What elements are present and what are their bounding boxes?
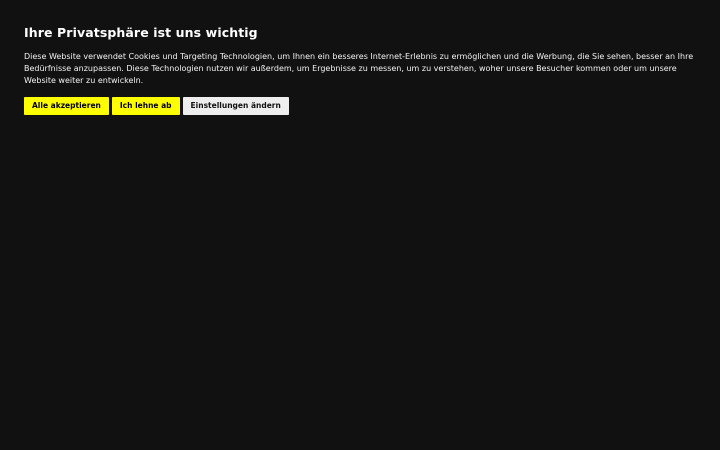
cookie-consent-banner: Ihre Privatsphäre ist uns wichtig Diese … (24, 24, 700, 115)
change-settings-button[interactable]: Einstellungen ändern (182, 97, 289, 115)
accept-all-button[interactable]: Alle akzeptieren (24, 97, 109, 115)
consent-title: Ihre Privatsphäre ist uns wichtig (24, 25, 258, 40)
consent-button-row: Alle akzeptieren Ich lehne ab Einstellun… (24, 97, 700, 115)
consent-description: Diese Website verwendet Cookies und Targ… (24, 52, 694, 85)
reject-button[interactable]: Ich lehne ab (111, 97, 180, 115)
